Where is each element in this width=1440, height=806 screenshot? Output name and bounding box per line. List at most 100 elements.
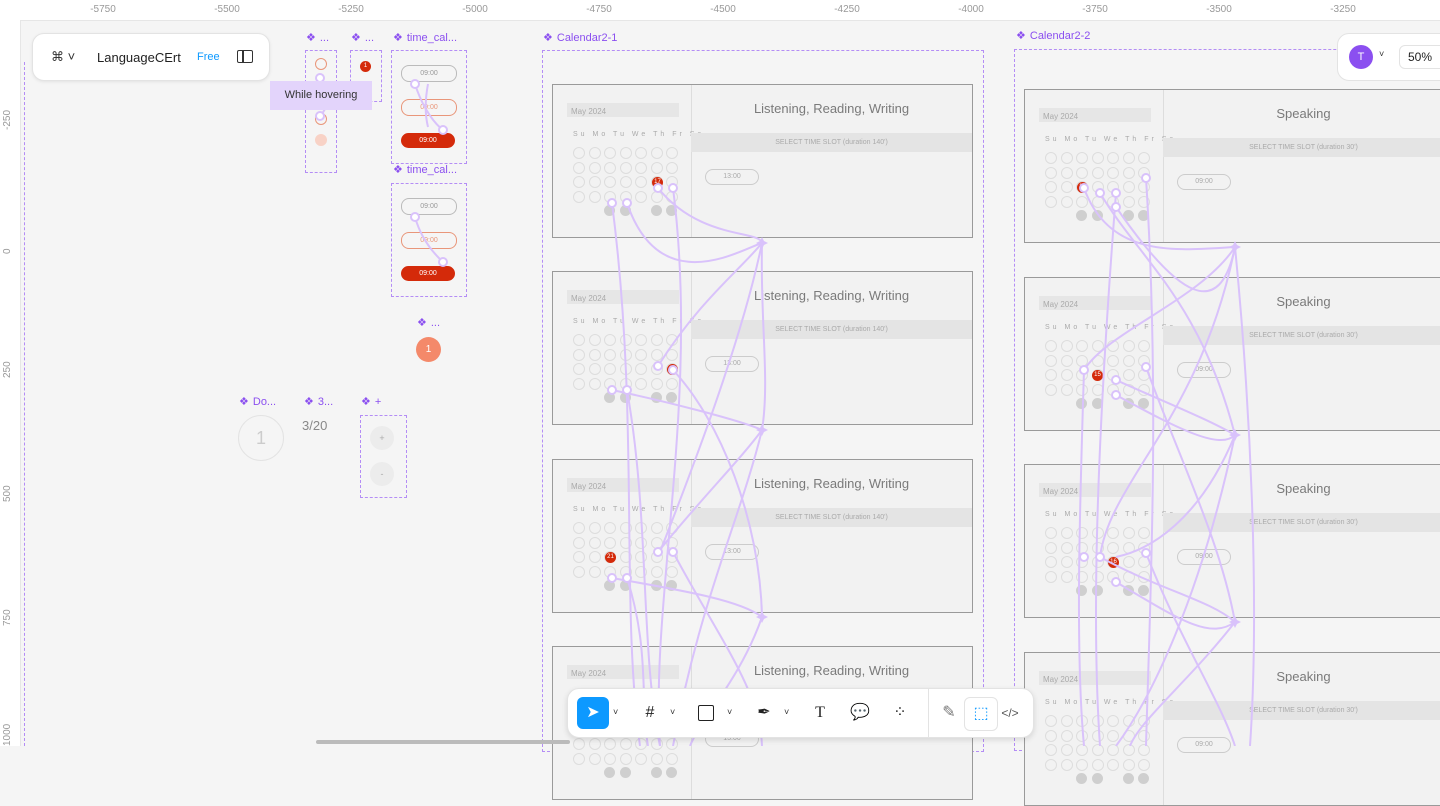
frame-label-timecal1[interactable]: ❖ time_cal... xyxy=(393,31,457,44)
calendar-day[interactable] xyxy=(635,348,647,361)
calendar-day[interactable] xyxy=(1060,181,1073,193)
calendar-day[interactable] xyxy=(1076,195,1088,208)
calendar-day[interactable] xyxy=(650,536,663,549)
text-tool-icon[interactable]: T xyxy=(804,697,836,729)
calendar-day[interactable] xyxy=(1122,383,1135,396)
calendar-day[interactable] xyxy=(619,363,632,375)
frame-label-small2[interactable]: ❖... xyxy=(351,31,374,44)
calendar-day[interactable] xyxy=(1107,383,1119,396)
calendar-day[interactable] xyxy=(1045,369,1057,381)
calendar-day[interactable] xyxy=(1076,527,1088,539)
calendar-card[interactable]: May 2024 Su Mo Tu We Th Fr Sa Listening, R… xyxy=(552,459,973,613)
time-pill[interactable]: 09:00 xyxy=(401,198,457,215)
calendar-day[interactable] xyxy=(1122,166,1135,179)
calendar-day[interactable] xyxy=(1091,527,1104,539)
calendar-day[interactable] xyxy=(1091,166,1104,179)
calendar-day[interactable] xyxy=(666,565,678,578)
calendar-day[interactable] xyxy=(650,551,663,563)
stepper-minus-button[interactable]: - xyxy=(370,462,394,486)
calendar-day[interactable] xyxy=(1060,383,1073,396)
calendar-day[interactable] xyxy=(588,348,601,361)
calendar-day[interactable] xyxy=(635,377,647,390)
calendar-day[interactable] xyxy=(1076,369,1088,381)
calendar-day[interactable] xyxy=(573,536,585,549)
time-slot-button[interactable]: 13:00 xyxy=(705,169,759,185)
calendar-day[interactable] xyxy=(666,738,678,750)
calendar-day[interactable] xyxy=(666,536,678,549)
calendar-day[interactable] xyxy=(1107,354,1119,367)
calendar-day[interactable] xyxy=(1091,556,1104,568)
calendar-day[interactable] xyxy=(588,161,601,174)
time-pill-hover[interactable]: 09:00 xyxy=(401,99,457,116)
calendar-day[interactable] xyxy=(1045,715,1057,727)
calendar-day[interactable] xyxy=(1122,758,1135,771)
calendar-day[interactable] xyxy=(619,348,632,361)
frame-label-small3[interactable]: ❖... xyxy=(417,316,440,329)
calendar-day[interactable] xyxy=(1091,354,1104,367)
calendar-day[interactable] xyxy=(666,752,678,765)
time-pill-selected[interactable]: 09:00 xyxy=(401,266,455,281)
calendar-day[interactable] xyxy=(1122,152,1135,164)
calendar-day[interactable] xyxy=(1060,152,1073,164)
calendar-day[interactable] xyxy=(666,348,678,361)
calendar-card[interactable]: May 2024 Su Mo Tu We Th Fr Sa Speaking SELE… xyxy=(1024,464,1440,618)
calendar-day[interactable] xyxy=(1107,758,1119,771)
selected-day[interactable]: 14 xyxy=(1077,182,1088,193)
calendar-day[interactable] xyxy=(666,176,678,188)
calendar-day[interactable] xyxy=(1076,758,1088,771)
frame-tool-icon[interactable]: # xyxy=(634,697,666,729)
chevron-down-icon[interactable]: ˅ xyxy=(670,707,675,717)
time-slot-button[interactable]: 13:00 xyxy=(705,356,759,372)
calendar-day[interactable] xyxy=(1107,541,1119,554)
calendar-day[interactable] xyxy=(635,551,647,563)
day-circle[interactable]: 1 xyxy=(238,415,284,461)
calendar-day[interactable] xyxy=(604,536,616,549)
calendar-day[interactable] xyxy=(1107,715,1119,727)
avatar[interactable]: T xyxy=(1349,45,1373,69)
calendar-day[interactable] xyxy=(666,377,678,390)
calendar-day[interactable] xyxy=(1091,152,1104,164)
calendar-day[interactable] xyxy=(1138,527,1150,539)
calendar-day[interactable] xyxy=(1045,152,1057,164)
frame-label-three[interactable]: ❖ 3... xyxy=(304,395,333,408)
calendar-day[interactable] xyxy=(1138,354,1150,367)
calendar-day[interactable] xyxy=(650,348,663,361)
calendar-day[interactable] xyxy=(619,377,632,390)
calendar-day[interactable] xyxy=(573,147,585,159)
calendar-day[interactable] xyxy=(588,738,601,750)
calendar-day[interactable] xyxy=(1076,556,1088,568)
calendar-day[interactable] xyxy=(666,161,678,174)
calendar-day[interactable] xyxy=(1091,758,1104,771)
time-pill-selected[interactable]: 09:00 xyxy=(401,133,455,148)
day-circle-orange[interactable]: 1 xyxy=(416,337,441,362)
calendar-day[interactable] xyxy=(588,377,601,390)
calendar-day[interactable] xyxy=(650,377,663,390)
time-slot-button[interactable]: 13:00 xyxy=(705,544,759,560)
calendar-day[interactable] xyxy=(650,565,663,578)
calendar-day[interactable] xyxy=(1091,383,1104,396)
calendar-day[interactable] xyxy=(604,147,616,159)
calendar-day[interactable] xyxy=(604,565,616,578)
selected-day[interactable]: 21 xyxy=(605,552,616,563)
calendar-day[interactable] xyxy=(588,522,601,534)
calendar-day[interactable] xyxy=(1138,340,1150,352)
frame-label-plus[interactable]: ❖ + xyxy=(361,395,381,408)
calendar-day[interactable] xyxy=(1091,195,1104,208)
calendar-day[interactable] xyxy=(604,348,616,361)
calendar-day[interactable] xyxy=(1122,181,1135,193)
calendar-day[interactable] xyxy=(1107,340,1119,352)
calendar-day[interactable] xyxy=(635,536,647,549)
calendar-day[interactable] xyxy=(604,377,616,390)
calendar-card[interactable]: May 2024 Su Mo Tu We Th Fr Sa Speaking SELE… xyxy=(1024,277,1440,431)
calendar-day[interactable] xyxy=(666,147,678,159)
calendar-day[interactable] xyxy=(588,176,601,188)
calendar-day[interactable] xyxy=(635,565,647,578)
calendar-day[interactable] xyxy=(619,334,632,346)
calendar-day[interactable] xyxy=(1060,715,1073,727)
calendar-day[interactable] xyxy=(1091,340,1104,352)
calendar-day[interactable] xyxy=(1107,166,1119,179)
calendar-day[interactable] xyxy=(635,190,647,203)
calendar-day[interactable] xyxy=(1045,729,1057,742)
calendar-day[interactable] xyxy=(1076,383,1088,396)
calendar-day[interactable] xyxy=(588,147,601,159)
